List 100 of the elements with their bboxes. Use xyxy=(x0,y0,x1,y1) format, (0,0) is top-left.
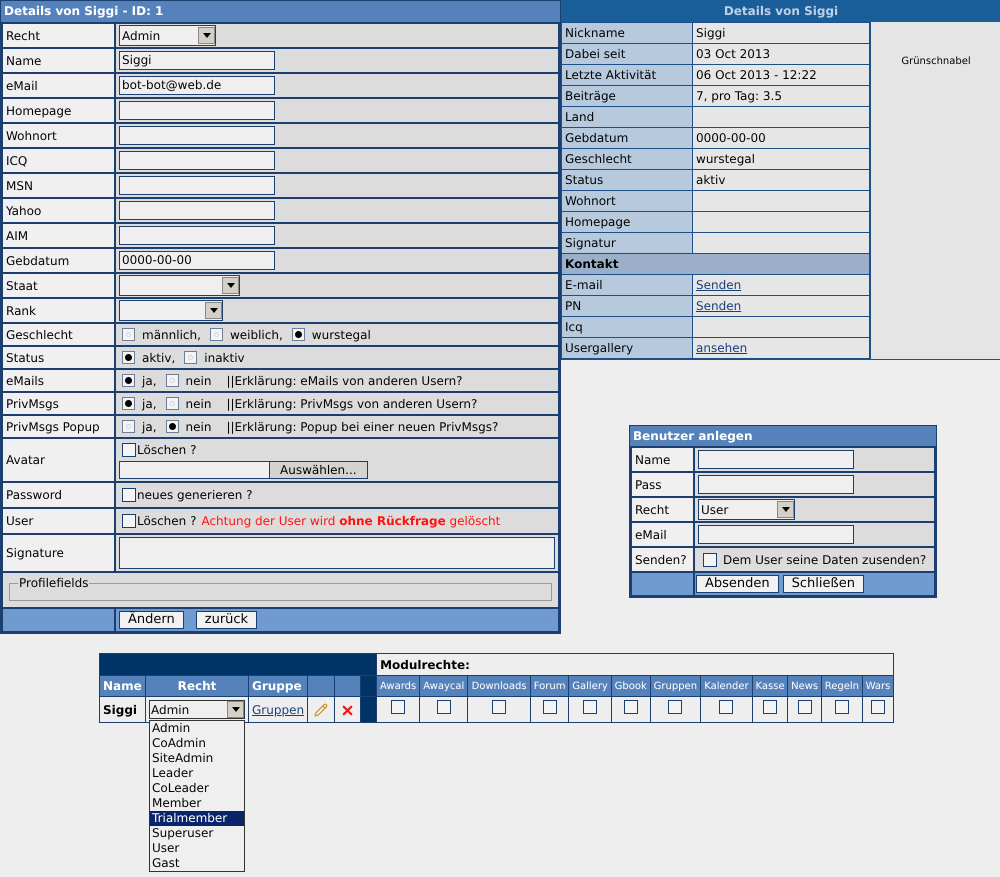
warning-text: Achtung der User wird ohne Rückfrage gelöscht xyxy=(201,513,500,530)
dropdown-option[interactable]: Gast xyxy=(150,856,244,871)
dropdown-option[interactable]: SiteAdmin xyxy=(150,751,244,766)
text-field[interactable] xyxy=(119,101,275,120)
field-label: ICQ xyxy=(6,154,28,168)
radio-button[interactable] xyxy=(166,374,179,387)
user-name: Siggi xyxy=(103,702,138,716)
dropdown[interactable]: User xyxy=(698,499,795,520)
checkbox[interactable] xyxy=(492,700,506,714)
radio-label: nein xyxy=(186,372,212,390)
checkbox[interactable] xyxy=(122,443,136,457)
radio-button[interactable] xyxy=(122,420,135,433)
info-label: Status xyxy=(565,173,604,187)
text-field[interactable] xyxy=(698,450,854,469)
dropdown-option[interactable]: Superuser xyxy=(150,826,244,841)
info-label: Nickname xyxy=(565,26,625,40)
text-field[interactable] xyxy=(698,525,854,544)
radio-button[interactable] xyxy=(184,351,198,364)
dropdown-option[interactable]: Trialmember xyxy=(150,811,244,826)
browse-button[interactable]: Auswählen... xyxy=(269,461,368,479)
checkbox[interactable] xyxy=(798,700,812,714)
form-button[interactable]: zurück xyxy=(196,611,258,629)
checkbox[interactable] xyxy=(122,514,136,528)
dropdown-option[interactable]: User xyxy=(150,841,244,856)
radio-label: ja, xyxy=(142,372,157,390)
radio-button[interactable] xyxy=(122,328,135,341)
checkbox[interactable] xyxy=(834,700,849,714)
dropdown[interactable] xyxy=(119,275,240,296)
dropdown[interactable]: Admin xyxy=(149,700,245,719)
field-label: Pass xyxy=(635,478,662,492)
checkbox[interactable] xyxy=(436,700,451,714)
dropdown-option[interactable]: Member xyxy=(150,796,244,811)
field-label: Gebdatum xyxy=(6,254,70,268)
link[interactable]: ansehen xyxy=(696,341,748,355)
checkbox[interactable] xyxy=(122,488,136,502)
form-button[interactable]: Absenden xyxy=(696,575,779,593)
field-label: Staat xyxy=(6,278,38,292)
field-label: Name xyxy=(6,54,42,68)
link[interactable]: Senden xyxy=(696,278,742,292)
module-header: Regeln xyxy=(824,680,859,692)
form-button[interactable]: Ändern xyxy=(119,611,184,629)
text-field[interactable] xyxy=(119,126,275,145)
radio-button[interactable] xyxy=(166,420,179,433)
form-button[interactable]: Schließen xyxy=(782,575,864,593)
checkbox[interactable] xyxy=(624,700,638,714)
radio-button[interactable] xyxy=(210,328,223,341)
field-label: Signature xyxy=(6,546,64,560)
checkbox-label: neues generieren ? xyxy=(137,487,253,504)
checkbox[interactable] xyxy=(870,700,885,714)
column-header: Recht xyxy=(178,679,216,693)
dropdown[interactable] xyxy=(119,300,223,321)
radio-button[interactable] xyxy=(122,374,135,387)
text-field[interactable] xyxy=(119,201,275,220)
checkbox[interactable] xyxy=(391,700,406,714)
info-label: Letzte Aktivität xyxy=(565,68,656,82)
info-value: aktiv xyxy=(696,173,726,187)
checkbox[interactable] xyxy=(719,700,734,714)
module-header: Gruppen xyxy=(654,680,698,692)
checkbox[interactable] xyxy=(542,700,557,714)
field-label: Yahoo xyxy=(6,204,42,218)
module-header: Awaycal xyxy=(423,680,464,692)
text-field[interactable]: bot-bot@web.de xyxy=(119,76,275,95)
dropdown-option[interactable]: Leader xyxy=(150,766,244,781)
info-value: Siggi xyxy=(696,26,726,40)
radio-button[interactable] xyxy=(122,351,135,364)
checkbox[interactable] xyxy=(668,700,682,714)
field-label: Status xyxy=(6,350,44,364)
radio-label: ja, xyxy=(142,418,157,436)
dropdown-option[interactable]: CoAdmin xyxy=(150,736,244,751)
text-field[interactable]: Siggi xyxy=(119,51,275,70)
text-field[interactable] xyxy=(119,151,275,170)
text-field[interactable] xyxy=(698,475,854,494)
radio-button[interactable] xyxy=(122,397,135,410)
module-header: News xyxy=(791,680,818,692)
checkbox[interactable] xyxy=(703,552,717,566)
dropdown-option[interactable]: CoLeader xyxy=(150,781,244,796)
radio-button[interactable] xyxy=(166,397,179,410)
checkbox[interactable] xyxy=(583,700,598,714)
radio-label: nein xyxy=(186,418,212,436)
module-header: Kasse xyxy=(756,680,785,692)
signature-textarea[interactable] xyxy=(119,537,555,569)
module-header: Kalender xyxy=(704,680,749,692)
text-field[interactable]: 0000-00-00 xyxy=(119,251,275,270)
dropdown-option[interactable]: Admin xyxy=(150,721,244,736)
field-label: Wohnort xyxy=(6,128,57,142)
module-header: Gbook xyxy=(614,680,647,692)
dropdown[interactable]: Admin xyxy=(119,25,216,46)
delete-icon[interactable] xyxy=(340,702,356,718)
field-label: Recht xyxy=(6,28,40,42)
radio-button[interactable] xyxy=(292,328,305,341)
checkbox[interactable] xyxy=(763,700,778,714)
field-label: Recht xyxy=(635,502,670,516)
text-field[interactable] xyxy=(119,226,275,245)
info-label: E-mail xyxy=(565,278,603,292)
checkbox-label: Löschen ? xyxy=(137,513,196,530)
info-label: Icq xyxy=(565,320,583,334)
info-label: Signatur xyxy=(565,236,616,250)
file-path-field[interactable] xyxy=(119,461,269,479)
text-field[interactable] xyxy=(119,176,275,195)
link[interactable]: Senden xyxy=(696,299,742,313)
